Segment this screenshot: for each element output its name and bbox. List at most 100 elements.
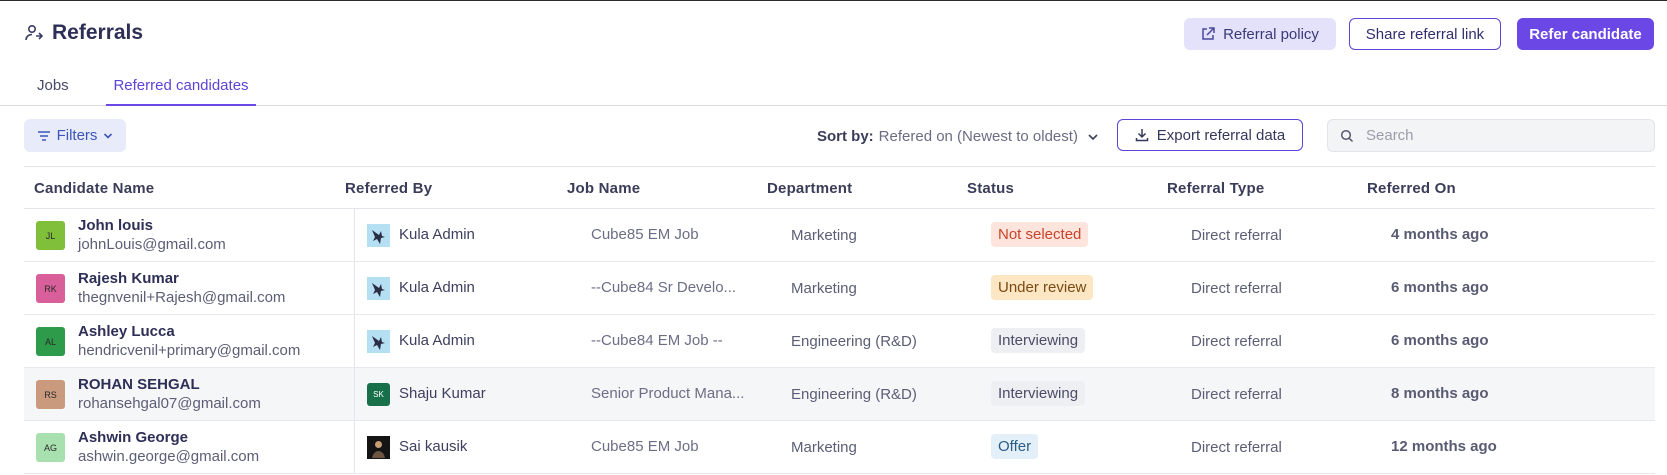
job-name[interactable]: Cube85 EM Job — [591, 226, 699, 243]
title-wrap: Referrals — [24, 21, 143, 45]
filter-icon — [37, 130, 50, 141]
department: Marketing — [791, 227, 857, 244]
candidate-name[interactable]: Ashley Lucca — [78, 323, 175, 340]
chevron-down-icon — [1088, 133, 1098, 140]
department: Marketing — [791, 439, 857, 456]
status-badge: Under review — [991, 275, 1094, 300]
candidate-avatar: JL — [36, 221, 65, 250]
referral-type: Direct referral — [1191, 386, 1282, 403]
candidate-avatar: AG — [36, 433, 65, 462]
referral-policy-label: Referral policy — [1223, 25, 1319, 43]
candidate-avatar: AL — [36, 327, 65, 356]
referred-on: 12 months ago — [1391, 438, 1497, 455]
candidate-avatar: RS — [36, 380, 65, 409]
chevron-down-icon — [104, 132, 113, 139]
referred-on: 6 months ago — [1391, 279, 1489, 296]
candidate-initials: AG — [43, 442, 57, 453]
table-body: JL John louis johnLouis@gmail.com Kula A… — [24, 209, 1655, 474]
table-row[interactable]: JL John louis johnLouis@gmail.com Kula A… — [24, 209, 1655, 262]
column-header-referred-on[interactable]: Referred On — [1367, 180, 1456, 197]
job-name[interactable]: Cube85 EM Job — [591, 438, 699, 455]
job-name[interactable]: --Cube84 EM Job -- — [591, 332, 723, 349]
referred-on: 6 months ago — [1391, 332, 1489, 349]
referrals-table: Candidate Name Referred By Job Name Depa… — [24, 166, 1655, 474]
table-row[interactable]: AL Ashley Lucca hendricvenil+primary@gma… — [24, 315, 1655, 368]
search-input[interactable] — [1366, 127, 1626, 144]
export-referral-data-button[interactable]: Export referral data — [1117, 119, 1303, 151]
filters-label: Filters — [56, 127, 98, 144]
referrer-name: Shaju Kumar — [399, 385, 486, 402]
referrer-avatar: SK — [367, 383, 390, 406]
tab-referred-candidates[interactable]: Referred candidates — [106, 77, 256, 106]
referrer-name: Kula Admin — [399, 226, 475, 243]
status-badge: Interviewing — [991, 381, 1086, 406]
status-badge: Offer — [991, 434, 1039, 459]
department: Engineering (R&D) — [791, 333, 917, 350]
table-header: Candidate Name Referred By Job Name Depa… — [24, 167, 1655, 209]
department: Engineering (R&D) — [791, 386, 917, 403]
table-row[interactable]: RS ROHAN SEHGAL rohansehgal07@gmail.com … — [24, 368, 1655, 421]
table-row[interactable]: AG Ashwin George ashwin.george@gmail.com… — [24, 421, 1655, 474]
share-referral-link-label: Share referral link — [1365, 25, 1485, 43]
export-referral-data-label: Export referral data — [1156, 126, 1286, 144]
table-toolbar: Filters Sort by: Refered on (Newest to o… — [0, 106, 1667, 166]
status-badge: Not selected — [991, 222, 1089, 247]
referral-type: Direct referral — [1191, 227, 1282, 244]
referral-policy-button[interactable]: Referral policy — [1184, 18, 1336, 50]
filters-button[interactable]: Filters — [24, 119, 126, 152]
referrals-icon — [25, 24, 44, 41]
candidate-initials: RK — [44, 283, 57, 294]
job-name[interactable]: --Cube84 Sr Develo... — [591, 279, 736, 296]
column-divider — [354, 262, 355, 314]
referrer-avatar — [367, 224, 390, 247]
column-header-candidate-name[interactable]: Candidate Name — [34, 180, 154, 197]
table-row[interactable]: RK Rajesh Kumar thegnvenil+Rajesh@gmail.… — [24, 262, 1655, 315]
candidate-email: thegnvenil+Rajesh@gmail.com — [78, 289, 286, 306]
candidate-email: hendricvenil+primary@gmail.com — [78, 342, 301, 359]
external-link-icon — [1202, 27, 1215, 40]
search-box — [1327, 119, 1655, 152]
referrer-avatar — [367, 330, 390, 353]
candidate-name[interactable]: Ashwin George — [78, 429, 188, 446]
page-header: Referrals Referral policy Share referral… — [0, 1, 1667, 67]
candidate-initials: JL — [45, 230, 56, 241]
referral-type: Direct referral — [1191, 439, 1282, 456]
column-divider — [354, 315, 355, 367]
referrer-name: Sai kausik — [399, 438, 468, 455]
candidate-initials: AL — [44, 336, 56, 347]
column-header-status[interactable]: Status — [967, 180, 1014, 197]
refer-candidate-button[interactable]: Refer candidate — [1517, 18, 1654, 50]
download-icon — [1135, 129, 1149, 142]
search-icon — [1340, 129, 1354, 142]
column-header-job-name[interactable]: Job Name — [567, 180, 640, 197]
referred-on: 4 months ago — [1391, 226, 1489, 243]
status-badge: Interviewing — [991, 328, 1086, 353]
candidate-name[interactable]: ROHAN SEHGAL — [78, 376, 200, 393]
job-name[interactable]: Senior Product Mana... — [591, 385, 744, 402]
refer-candidate-label: Refer candidate — [1529, 25, 1642, 43]
candidate-email: ashwin.george@gmail.com — [78, 448, 260, 465]
candidate-initials: RS — [44, 389, 57, 400]
column-header-department[interactable]: Department — [767, 180, 852, 197]
column-divider — [354, 368, 355, 420]
referrer-name: Kula Admin — [399, 279, 475, 296]
bird-icon — [367, 277, 390, 300]
candidate-name[interactable]: Rajesh Kumar — [78, 270, 179, 287]
referrer-avatar — [367, 436, 390, 459]
candidate-email: rohansehgal07@gmail.com — [78, 395, 261, 412]
referral-type: Direct referral — [1191, 333, 1282, 350]
referrer-avatar — [367, 277, 390, 300]
sort-dropdown[interactable]: Sort by: Refered on (Newest to oldest) — [817, 128, 1099, 145]
column-divider — [354, 421, 355, 473]
share-referral-link-button[interactable]: Share referral link — [1349, 18, 1501, 50]
person-photo-icon — [367, 436, 390, 459]
sort-value: Refered on (Newest to oldest) — [878, 128, 1078, 145]
bird-icon — [367, 224, 390, 247]
candidate-name[interactable]: John louis — [78, 217, 153, 234]
referral-type: Direct referral — [1191, 280, 1282, 297]
tab-jobs[interactable]: Jobs — [37, 77, 69, 106]
column-header-referral-type[interactable]: Referral Type — [1167, 180, 1264, 197]
referred-on: 8 months ago — [1391, 385, 1489, 402]
column-header-referred-by[interactable]: Referred By — [345, 180, 432, 197]
referrer-name: Kula Admin — [399, 332, 475, 349]
